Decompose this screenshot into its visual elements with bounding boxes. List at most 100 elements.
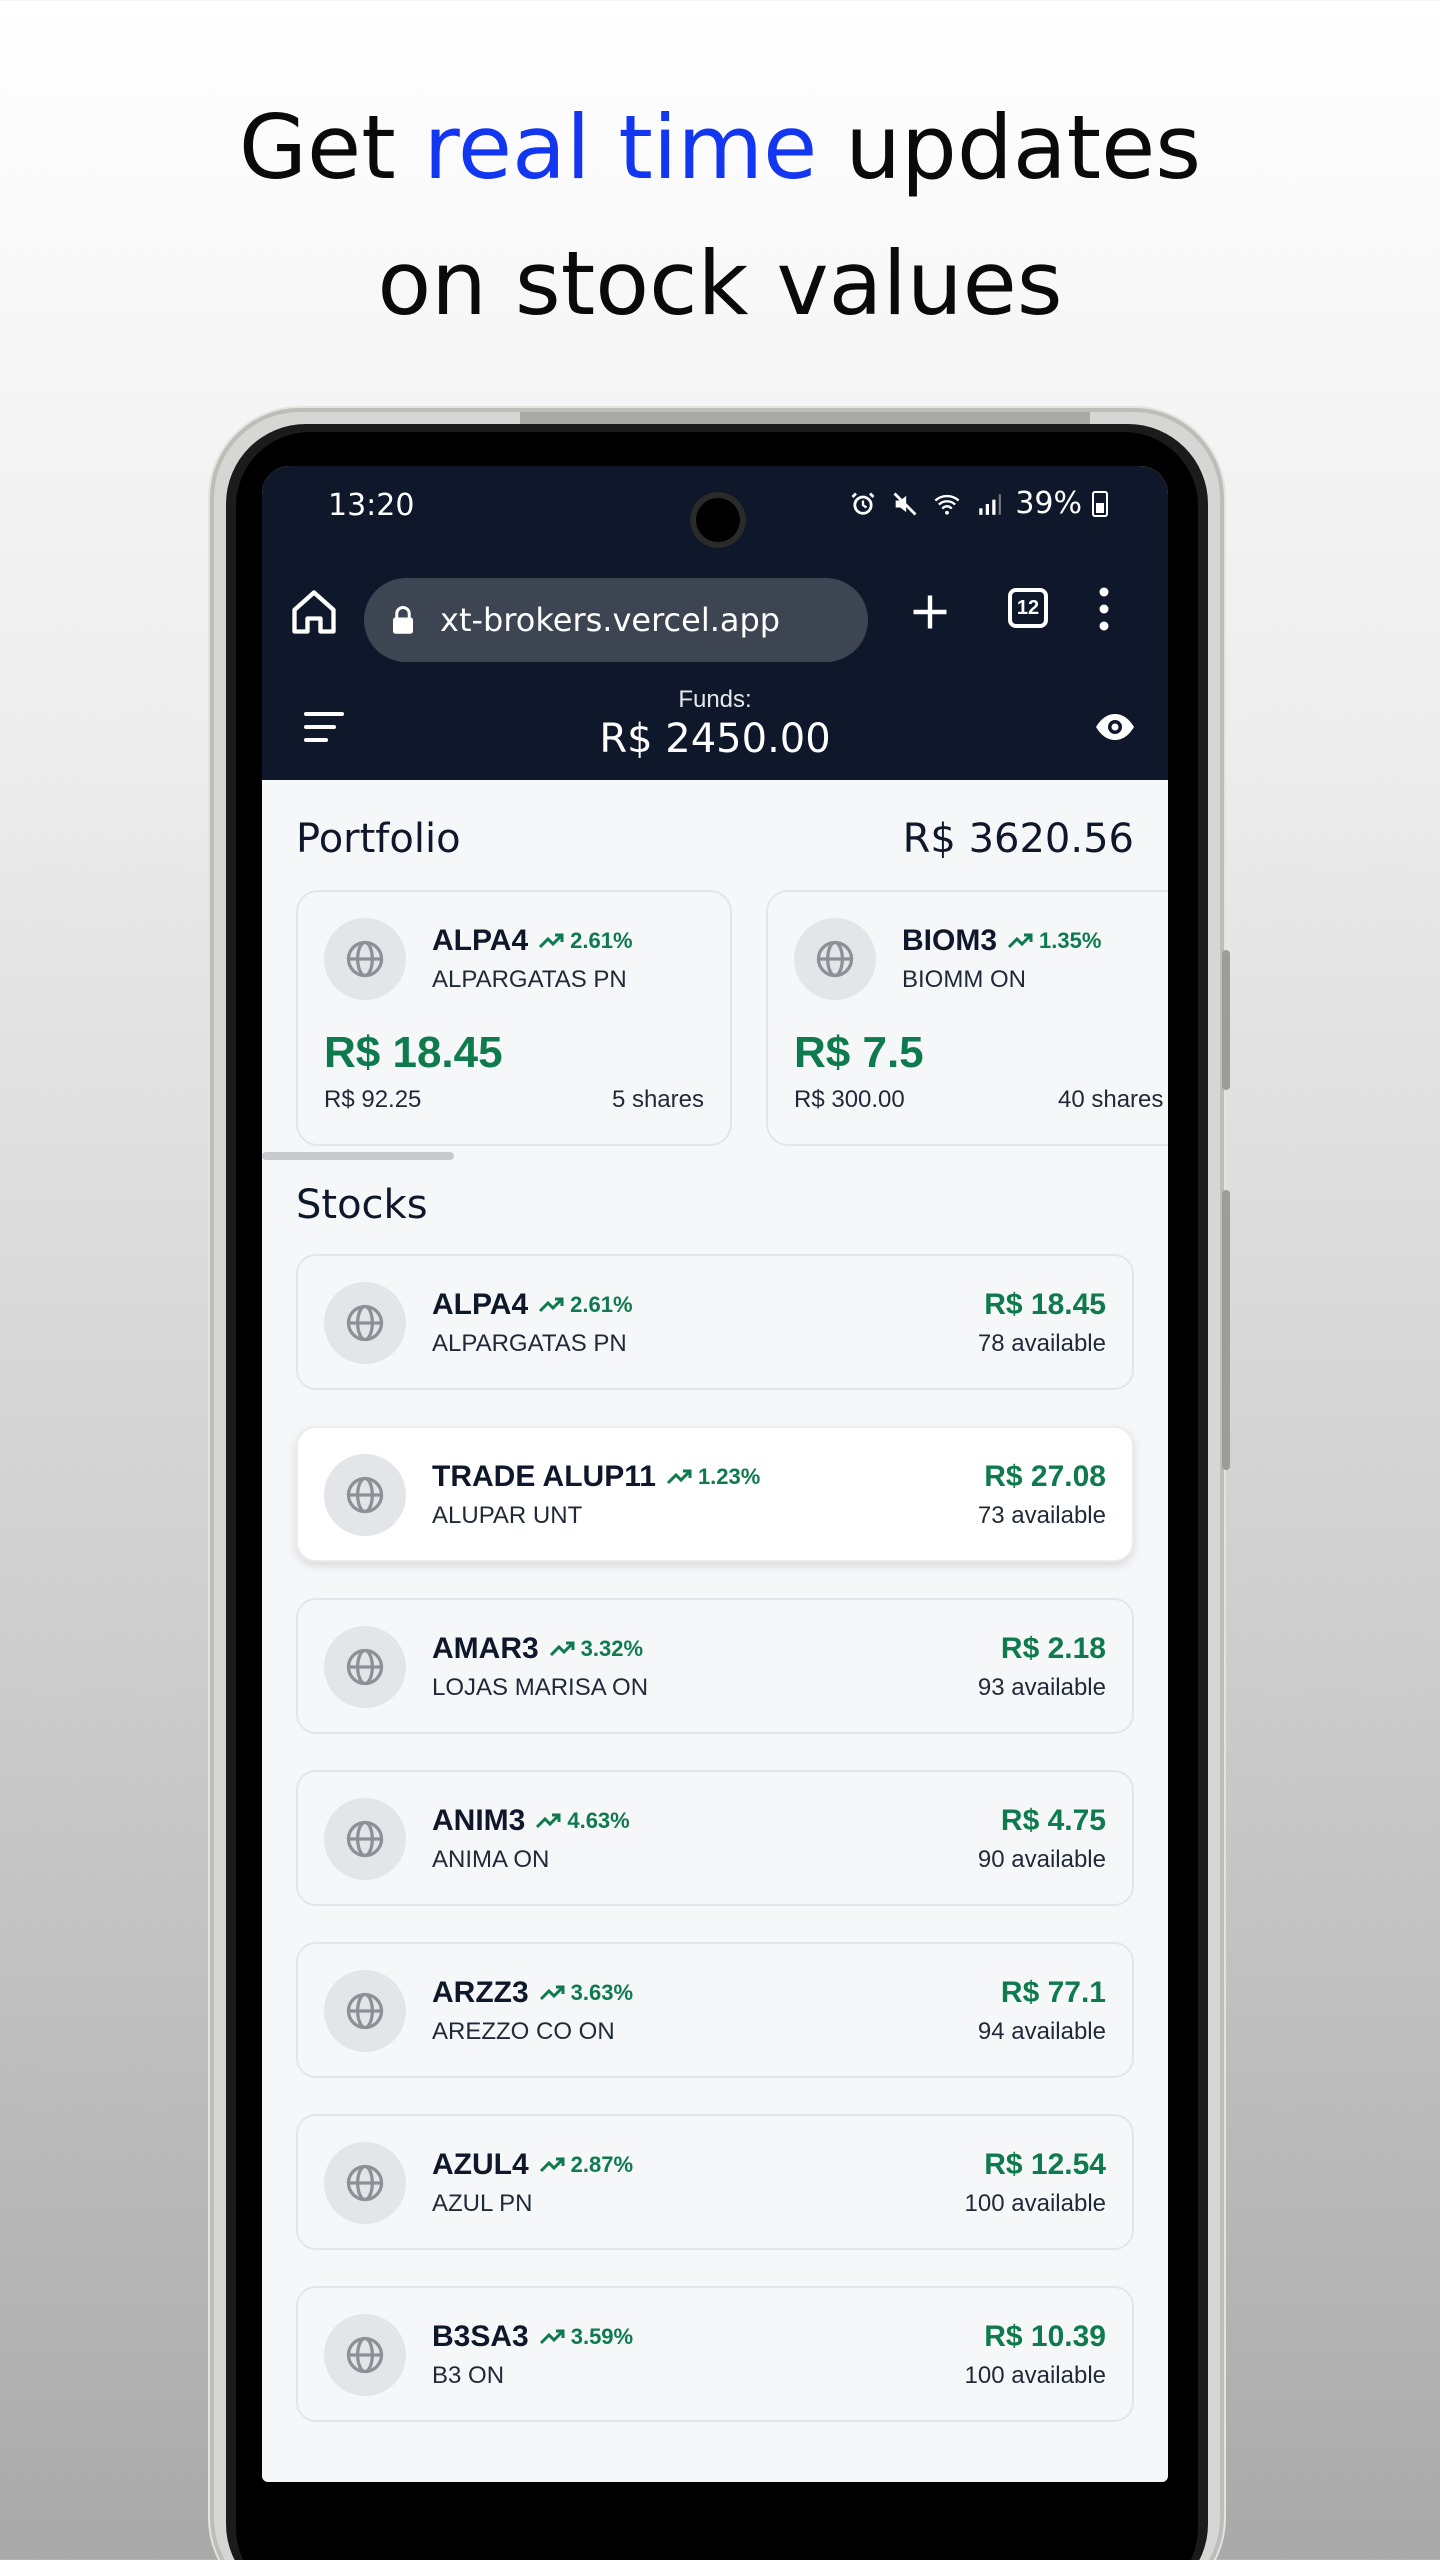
- ticker: ALPA4: [432, 924, 529, 957]
- available-count: 73 available: [977, 1502, 1106, 1529]
- stock-row[interactable]: ANIM3 4.63% ANIMA ON R$ 4.75 90 available: [296, 1770, 1134, 1906]
- company-name: ALPARGATAS PN: [432, 1330, 627, 1357]
- portfolio-card-info: BIOM3 1.35% BIOMM ON: [902, 924, 1101, 994]
- stock-logo: [324, 1798, 406, 1880]
- change-percent: 1.35%: [1039, 928, 1102, 953]
- company-name: B3 ON: [432, 2362, 505, 2389]
- stock-row[interactable]: AMAR3 3.32% LOJAS MARISA ON R$ 2.18 93 avail…: [296, 1598, 1134, 1734]
- change-badge: 3.63%: [539, 1980, 633, 2006]
- horizontal-scrollbar[interactable]: [262, 1152, 454, 1160]
- stock-price: R$ 10.39: [984, 2320, 1106, 2353]
- company-name: ALPARGATAS PN: [432, 966, 627, 993]
- change-badge: 2.61%: [538, 928, 633, 954]
- stock-info: ALPA4 2.61% ALPARGATAS PN: [432, 1288, 633, 1358]
- stock-price-block: R$ 12.54 100 available: [965, 2148, 1106, 2218]
- stock-logo: [324, 2142, 406, 2224]
- company-name: LOJAS MARISA ON: [432, 1674, 649, 1701]
- stock-price: R$ 4.75: [1000, 1804, 1106, 1837]
- headline-accent: real time: [423, 96, 818, 199]
- trending-up-icon: [666, 1469, 692, 1485]
- address-bar[interactable]: xt-brokers.vercel.app: [364, 578, 868, 662]
- stock-logo: [324, 918, 406, 1000]
- change-percent: 1.23%: [697, 1464, 761, 1489]
- stock-price-block: R$ 18.45 78 available: [978, 1288, 1106, 1358]
- globe-icon: [346, 1648, 384, 1686]
- home-icon[interactable]: [288, 586, 340, 638]
- available-count: 93 available: [977, 1674, 1106, 1701]
- available-count: 78 available: [977, 1330, 1106, 1357]
- company-name: ALUPAR UNT: [432, 1502, 583, 1529]
- stock-price: R$ 2.18: [1000, 1632, 1106, 1665]
- ticker: TRADE ALUP11: [432, 1460, 656, 1493]
- stock-info: B3SA3 3.59% B3 ON: [432, 2320, 633, 2390]
- portfolio-total: R$ 3620.56: [902, 816, 1134, 862]
- stock-price-block: R$ 27.08 73 available: [978, 1460, 1106, 1530]
- ticker: B3SA3: [432, 2320, 529, 2353]
- stock-info: AZUL4 2.87% AZUL PN: [432, 2148, 633, 2218]
- tab-switcher-button[interactable]: 12: [1008, 588, 1048, 628]
- battery-percent: 39%: [1015, 486, 1082, 521]
- available-count: 94 available: [977, 2018, 1106, 2045]
- stock-row[interactable]: B3SA3 3.59% B3 ON R$ 10.39 100 available: [296, 2286, 1134, 2422]
- globe-icon: [346, 940, 384, 978]
- globe-icon: [346, 1476, 384, 1514]
- stock-row[interactable]: TRADE ALUP11 1.23% ALUPAR UNT R$ 27.08 73 av…: [296, 1426, 1134, 1562]
- trending-up-icon: [539, 2157, 565, 2173]
- lock-icon: [393, 606, 413, 634]
- status-time: 13:20: [328, 488, 415, 523]
- url-text: xt-brokers.vercel.app: [440, 601, 781, 639]
- app-header: Funds: R$ 2450.00: [262, 674, 1168, 780]
- browser-toolbar: xt-brokers.vercel.app 12: [262, 550, 1168, 674]
- ticker: AZUL4: [432, 2148, 529, 2181]
- position-value: R$ 300.00: [794, 1086, 905, 1113]
- change-badge: 3.32%: [549, 1636, 643, 1662]
- front-camera: [690, 492, 746, 548]
- funds-value: R$ 2450.00: [599, 716, 831, 762]
- portfolio-card[interactable]: BIOM3 1.35% BIOMM ON R$ 7.5 R$ 300.00 40…: [766, 890, 1168, 1146]
- available-count: 100 available: [964, 2362, 1106, 2389]
- portfolio-header: Portfolio R$ 3620.56: [296, 816, 1134, 862]
- available-count: 100 available: [964, 2190, 1106, 2217]
- stock-price-block: R$ 10.39 100 available: [965, 2320, 1106, 2390]
- ticker: ANIM3: [432, 1804, 526, 1837]
- ticker: AMAR3: [432, 1632, 539, 1665]
- change-percent: 3.32%: [580, 1636, 644, 1661]
- phone-screen: 13:20 39% xt-brokers.vercel.app 12 Funds…: [262, 466, 1168, 2482]
- alarm-icon: [847, 488, 879, 520]
- globe-icon: [346, 1820, 384, 1858]
- globe-icon: [346, 1304, 384, 1342]
- headline-line-1: Get real time updates: [0, 80, 1440, 216]
- company-name: AREZZO CO ON: [432, 2018, 615, 2045]
- stock-price: R$ 77.1: [1000, 1976, 1106, 2009]
- stock-info: ANIM3 4.63% ANIMA ON: [432, 1804, 630, 1874]
- stock-price: R$ 7.5: [794, 1028, 924, 1077]
- new-tab-icon[interactable]: [908, 590, 952, 634]
- stock-price-block: R$ 77.1 94 available: [978, 1976, 1106, 2046]
- power-button: [1222, 1190, 1230, 1470]
- trending-up-icon: [536, 1813, 561, 1829]
- mute-icon: [889, 488, 921, 520]
- eye-icon[interactable]: [1094, 712, 1136, 742]
- more-menu-icon[interactable]: [1098, 586, 1110, 632]
- stock-info: TRADE ALUP11 1.23% ALUPAR UNT: [432, 1460, 760, 1530]
- headline-text-end: updates: [817, 96, 1202, 199]
- stock-info: ARZZ3 3.63% AREZZO CO ON: [432, 1976, 633, 2046]
- available-count: 90 available: [977, 1846, 1106, 1873]
- stock-row[interactable]: ALPA4 2.61% ALPARGATAS PN R$ 18.45 78 availa…: [296, 1254, 1134, 1390]
- change-badge: 4.63%: [535, 1808, 630, 1834]
- stock-price-block: R$ 4.75 90 available: [978, 1804, 1106, 1874]
- status-bar: 13:20 39%: [262, 466, 1168, 550]
- change-percent: 3.63%: [570, 1980, 634, 2005]
- headline-line-2: on stock values: [377, 232, 1063, 335]
- stock-price: R$ 18.45: [324, 1028, 503, 1077]
- signal-icon: [973, 488, 1005, 520]
- headline-text: Get: [238, 96, 424, 199]
- stock-row[interactable]: ARZZ3 3.63% AREZZO CO ON R$ 77.1 94 availabl…: [296, 1942, 1134, 2078]
- stock-logo: [324, 1626, 406, 1708]
- portfolio-card[interactable]: ALPA4 2.61% ALPARGATAS PN R$ 18.45 R$ 92…: [296, 890, 732, 1146]
- stocks-title: Stocks: [296, 1182, 428, 1228]
- trending-up-icon: [539, 1297, 564, 1313]
- funds-display: Funds: R$ 2450.00: [262, 686, 1168, 762]
- stock-row[interactable]: AZUL4 2.87% AZUL PN R$ 12.54 100 available: [296, 2114, 1134, 2250]
- battery-icon: [1092, 490, 1108, 517]
